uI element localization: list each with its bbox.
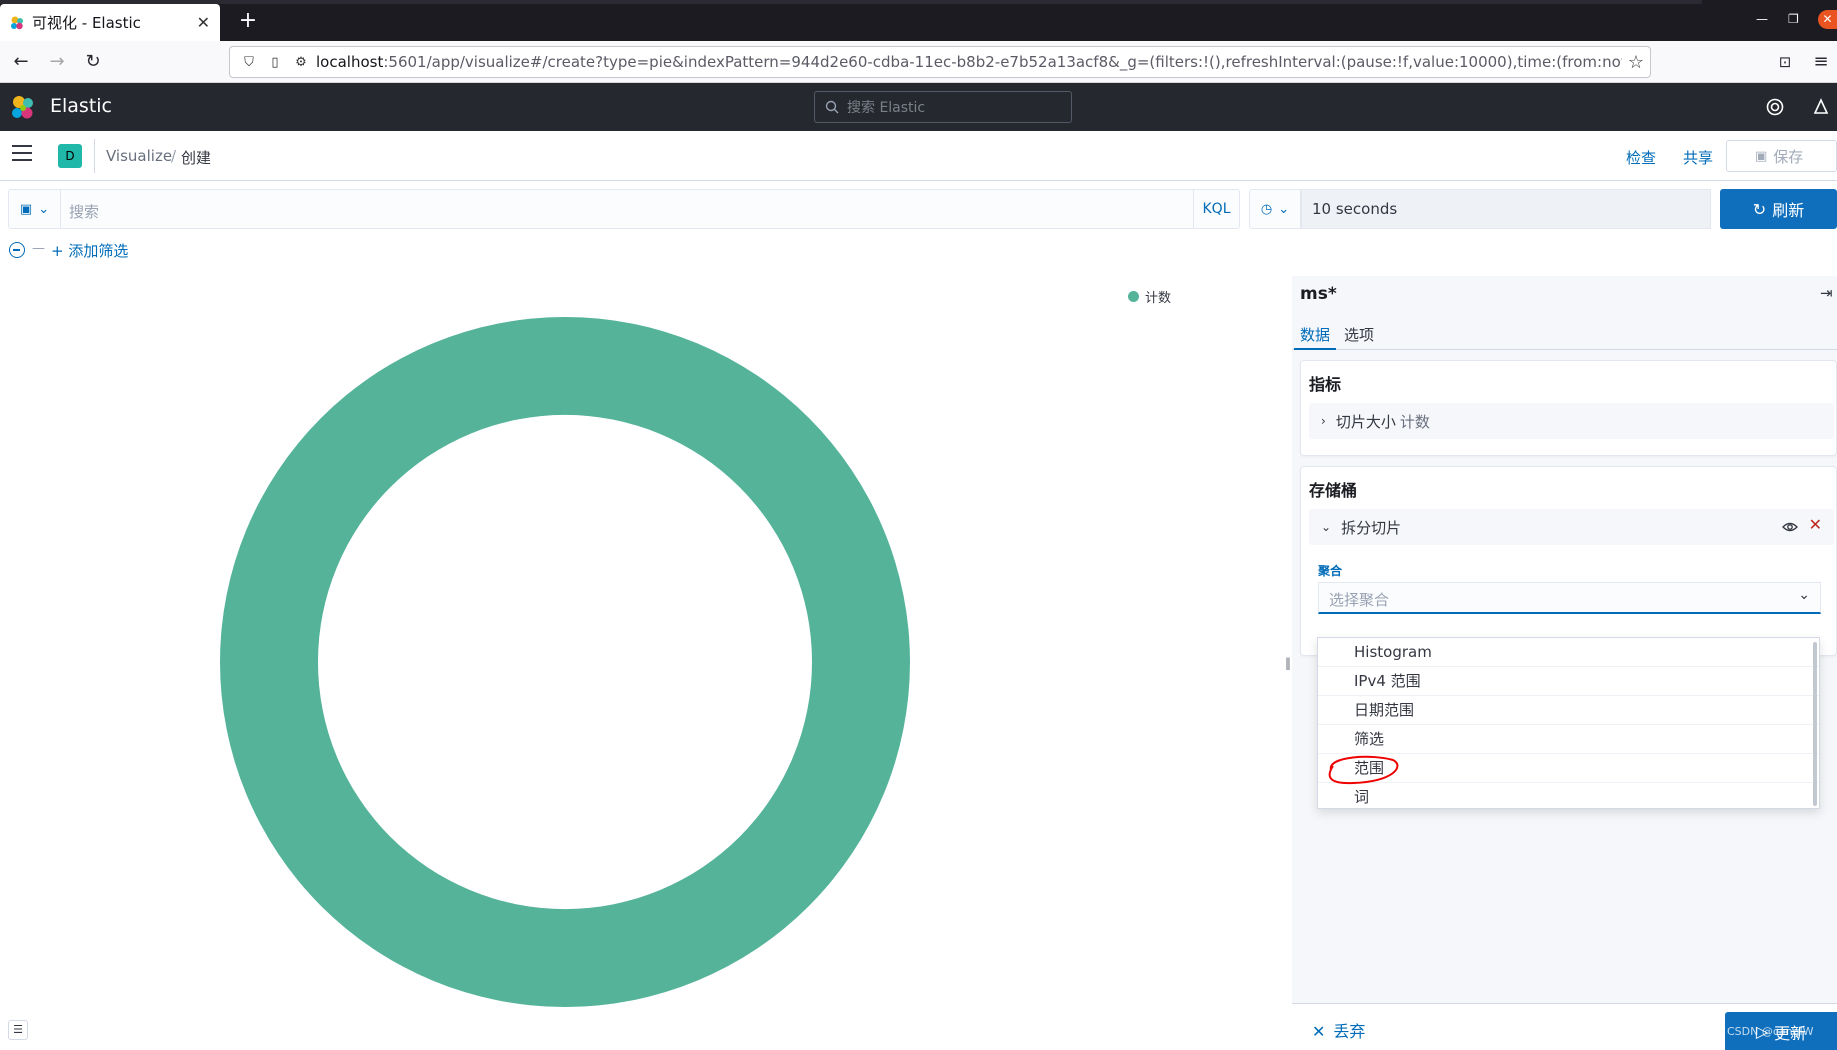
back-arrow-icon[interactable]: ← xyxy=(8,49,34,75)
forward-arrow-icon[interactable]: → xyxy=(44,49,70,75)
tab-bar-top-line xyxy=(0,0,1702,4)
restore-icon[interactable]: ❐ xyxy=(1788,12,1799,26)
collapse-panel-icon[interactable]: ⇥ xyxy=(1820,284,1833,302)
buckets-section: 存储桶 ⌄ 拆分切片 ✕ 聚合 选择聚合 ⌄ xyxy=(1300,466,1837,656)
chevron-down-icon[interactable]: ⌄ xyxy=(1798,587,1810,603)
refresh-icon: ↻ xyxy=(1752,199,1767,219)
buckets-title: 存储桶 xyxy=(1309,481,1358,500)
search-icon xyxy=(825,100,839,114)
aggregation-option[interactable]: 词 xyxy=(1318,783,1819,808)
browser-tab-bar: 可视化 - Elastic ✕ + — ❐ ✕ xyxy=(0,0,1837,41)
clock-icon: ◷ xyxy=(1260,201,1273,217)
save-label: 保存 xyxy=(1773,147,1804,166)
legend-color-dot[interactable] xyxy=(1128,291,1139,302)
close-icon: ✕ xyxy=(1312,1022,1326,1041)
app-menu-icon[interactable]: ≡ xyxy=(1808,49,1834,75)
drag-handle-icon[interactable]: ‖ xyxy=(1285,656,1291,670)
metric-row-label: 切片大小 xyxy=(1335,412,1396,431)
elastic-logo-icon[interactable] xyxy=(10,95,36,121)
metrics-section: 指标 › 切片大小 计数 xyxy=(1300,360,1837,456)
quick-time-picker-button[interactable]: ◷ ⌄ xyxy=(1249,189,1301,229)
reload-icon[interactable]: ↻ xyxy=(80,49,106,75)
bookmark-star-icon[interactable]: ☆ xyxy=(1622,52,1650,73)
query-bar: ▣ ⌄ 搜索 KQL ◷ ⌄ 10 seconds ↻ 刷新 — + 添加筛选 xyxy=(0,181,1837,276)
refresh-label: 刷新 xyxy=(1772,201,1805,220)
breadcrumb-visualize[interactable]: Visualize xyxy=(106,147,172,165)
watermark: CSDN @canglW xyxy=(1727,1025,1814,1038)
query-language-toggle[interactable]: KQL xyxy=(1194,189,1240,229)
hamburger-menu-icon[interactable] xyxy=(12,145,32,163)
eye-icon[interactable] xyxy=(1782,519,1798,535)
saved-query-icon: ▣ xyxy=(19,201,33,217)
legend-label[interactable]: 计数 xyxy=(1145,287,1171,306)
save-button[interactable]: ▣ 保存 xyxy=(1726,140,1837,172)
visualization-canvas: 计数 xyxy=(0,276,1284,1050)
url-text[interactable]: localhost:5601/app/visualize#/create?typ… xyxy=(316,53,1622,71)
chevron-right-icon[interactable]: › xyxy=(1321,414,1326,428)
brand-name[interactable]: Elastic xyxy=(50,95,112,117)
chevron-down-icon: ⌄ xyxy=(1278,201,1290,217)
filter-options-icon[interactable] xyxy=(9,242,25,258)
chevron-down-icon[interactable]: ⌄ xyxy=(1321,520,1331,534)
remove-bucket-icon[interactable]: ✕ xyxy=(1809,515,1822,534)
chart-legend[interactable]: 计数 xyxy=(1128,287,1171,306)
breadcrumb-separator: / xyxy=(171,147,177,165)
subnav-divider xyxy=(94,139,95,173)
inspect-link[interactable]: 检查 xyxy=(1626,147,1656,168)
legend-toggle-icon[interactable]: ☰ xyxy=(8,1020,28,1040)
metrics-title: 指标 xyxy=(1309,375,1342,394)
aggregation-option[interactable]: 筛选 xyxy=(1318,725,1819,754)
query-input[interactable]: 搜索 xyxy=(60,189,1194,229)
dropdown-scrollbar[interactable] xyxy=(1813,642,1817,806)
tab-close-icon[interactable]: ✕ xyxy=(197,13,210,32)
red-circle-annotation xyxy=(1328,755,1399,785)
new-tab-icon[interactable]: + xyxy=(234,8,262,33)
pocket-icon[interactable]: ⊡ xyxy=(1772,49,1798,75)
global-search-input[interactable]: 搜索 Elastic xyxy=(814,91,1072,123)
discard-button[interactable]: ✕ 丢弃 xyxy=(1312,1018,1365,1042)
tab-options[interactable]: 选项 xyxy=(1344,324,1374,345)
tab-data[interactable]: 数据 xyxy=(1293,324,1337,350)
aggregation-label: 聚合 xyxy=(1318,564,1343,578)
save-icon: ▣ xyxy=(1755,148,1768,164)
add-filter-link[interactable]: + 添加筛选 xyxy=(51,240,128,261)
aggregation-select[interactable]: 选择聚合 ⌄ xyxy=(1318,582,1821,614)
newsfeed-icon[interactable] xyxy=(1811,97,1831,117)
elastic-favicon-icon xyxy=(11,16,23,29)
refresh-button[interactable]: ↻ 刷新 xyxy=(1720,189,1837,229)
pie-slice[interactable] xyxy=(220,317,910,1007)
bucket-split-slices-row[interactable]: ⌄ 拆分切片 ✕ xyxy=(1309,509,1834,545)
aggregation-option[interactable]: IPv4 范围 xyxy=(1318,667,1819,696)
url-bar[interactable]: ⛉ ▯ ⚙ localhost:5601/app/visualize#/crea… xyxy=(229,46,1651,78)
minimize-icon[interactable]: — xyxy=(1756,12,1768,26)
global-search-placeholder: 搜索 Elastic xyxy=(847,100,926,116)
window-close-icon[interactable]: ✕ xyxy=(1818,10,1837,29)
help-icon[interactable] xyxy=(1765,97,1785,117)
chevron-down-icon: ⌄ xyxy=(38,201,50,217)
shield-icon[interactable]: ⛉ xyxy=(238,51,260,73)
kibana-header: Elastic 搜索 Elastic xyxy=(0,83,1837,131)
bucket-row-label: 拆分切片 xyxy=(1341,518,1402,537)
breadcrumb-create: 创建 xyxy=(181,149,212,167)
pie-chart xyxy=(220,317,910,1007)
app-subnav: D Visualize / 创建 检查 共享 ▣ 保存 xyxy=(0,131,1837,181)
filter-separator: — xyxy=(32,241,45,256)
aggregation-placeholder: 选择聚合 xyxy=(1329,591,1390,609)
saved-query-button[interactable]: ▣ ⌄ xyxy=(8,189,60,229)
editor-tabs: 数据 选项 xyxy=(1292,316,1837,350)
browser-tab-title: 可视化 - Elastic xyxy=(32,14,141,32)
refresh-interval-field[interactable]: 10 seconds xyxy=(1301,189,1711,229)
permissions-icon[interactable]: ⚙ xyxy=(290,51,312,73)
metric-slice-size-row[interactable]: › 切片大小 计数 xyxy=(1309,403,1834,439)
metric-row-value: 计数 xyxy=(1399,412,1430,431)
panel-resize-handle[interactable]: ‖ xyxy=(1284,276,1292,1050)
aggregation-option[interactable]: 日期范围 xyxy=(1318,696,1819,725)
page-icon[interactable]: ▯ xyxy=(264,51,286,73)
index-pattern-title: ms* xyxy=(1300,284,1337,304)
aggregation-option[interactable]: Histogram xyxy=(1318,638,1819,667)
space-avatar[interactable]: D xyxy=(58,144,82,168)
browser-tab[interactable]: 可视化 - Elastic ✕ xyxy=(0,4,220,41)
share-link[interactable]: 共享 xyxy=(1683,147,1713,168)
browser-nav-bar: ← → ↻ ⛉ ▯ ⚙ localhost:5601/app/visualize… xyxy=(0,41,1837,83)
